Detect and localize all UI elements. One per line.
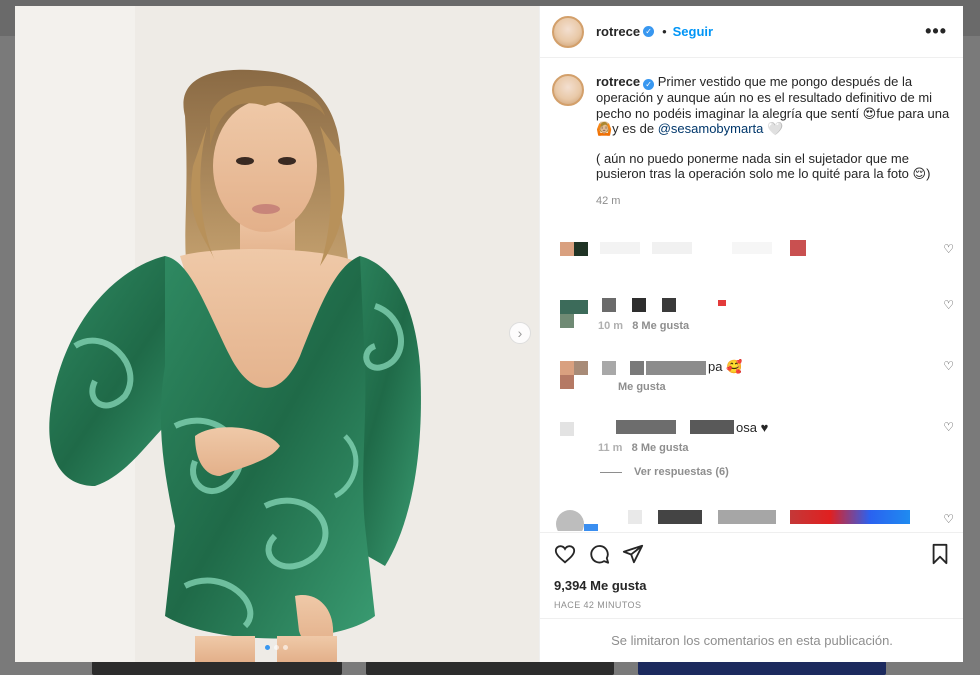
view-replies-label: Ver respuestas (6) — [634, 466, 729, 478]
carousel-dot — [265, 645, 270, 650]
comment-row: ♡ — [540, 508, 963, 531]
comment-likes[interactable]: 8 Me gusta — [632, 442, 689, 454]
caption-body: rotrece ✓ Primer vestido que me pongo des… — [596, 74, 951, 209]
post-timestamp: HACE 42 MINUTOS — [554, 600, 642, 610]
caption-time: 42 m — [596, 194, 621, 207]
carousel-dots — [265, 645, 288, 650]
more-options-icon[interactable]: ••• — [925, 21, 947, 42]
verified-icon: ✓ — [643, 79, 655, 90]
comment-likes[interactable]: 8 Me gusta — [632, 320, 689, 332]
next-image-button[interactable]: › — [509, 322, 531, 344]
heart-icon[interactable] — [554, 543, 576, 570]
comments-disabled-notice: Se limitaron los comentarios en esta pub… — [540, 618, 963, 662]
background-thumbnail — [92, 661, 342, 675]
comment-likes[interactable]: Me gusta — [618, 381, 666, 393]
avatar[interactable] — [552, 15, 584, 48]
comment-tail: pa 🥰 — [708, 359, 743, 374]
like-comment-heart-icon[interactable]: ♡ — [943, 242, 954, 256]
post-sidebar: rotrece ✓ • Seguir ••• rotrece ✓ Primer v… — [539, 6, 963, 662]
avatar[interactable] — [556, 418, 588, 448]
post-photo — [15, 6, 539, 662]
separator: • — [662, 24, 667, 39]
caption-text-2: ( aún no puedo ponerme nada sin el sujet… — [596, 150, 931, 182]
post-modal: › rotrece ✓ • Seguir ••• rotrece ✓ Primer… — [15, 6, 963, 662]
background-thumbnail — [366, 661, 614, 675]
divider — [600, 471, 622, 473]
carousel-dot — [283, 645, 288, 650]
comments-list: ♡ 10 m 8 Me gusta ♡ pa 🥰 Me gusta ♡ osa … — [540, 226, 963, 531]
caption-username[interactable]: rotrece — [596, 74, 640, 89]
carousel-dot — [274, 645, 279, 650]
username[interactable]: rotrece — [596, 24, 640, 39]
like-comment-heart-icon[interactable]: ♡ — [943, 512, 954, 526]
post-header: rotrece ✓ • Seguir ••• — [540, 6, 963, 58]
comment-meta: 11 m 8 Me gusta — [598, 442, 689, 454]
follow-button[interactable]: Seguir — [673, 24, 713, 39]
save-icon[interactable] — [930, 543, 950, 570]
avatar[interactable] — [552, 74, 584, 106]
comment-row: 10 m 8 Me gusta ♡ — [540, 296, 963, 346]
comment-tail: osa ♥ — [736, 420, 769, 435]
mention-link[interactable]: @sesamobymarta — [658, 121, 764, 136]
action-bar — [540, 532, 963, 582]
share-icon[interactable] — [622, 543, 644, 570]
comment-time: 10 m — [598, 320, 624, 332]
like-comment-heart-icon[interactable]: ♡ — [943, 420, 954, 434]
verified-icon: ✓ — [643, 26, 655, 37]
post-image: › — [15, 6, 539, 662]
like-comment-heart-icon[interactable]: ♡ — [943, 359, 954, 373]
avatar[interactable] — [556, 296, 588, 328]
comment-icon[interactable] — [588, 543, 610, 570]
comment-time: 11 m — [598, 442, 623, 454]
chevron-right-icon: › — [517, 325, 523, 341]
caption: rotrece ✓ Primer vestido que me pongo des… — [540, 58, 963, 209]
comment-meta: 10 m 8 Me gusta — [598, 320, 689, 332]
comment-row: osa ♥ 11 m 8 Me gusta ♡ — [540, 418, 963, 468]
comment-row: pa 🥰 Me gusta ♡ — [540, 357, 963, 407]
background-thumbnail — [638, 661, 886, 675]
comment-row: ♡ — [540, 234, 963, 284]
like-comment-heart-icon[interactable]: ♡ — [943, 298, 954, 312]
avatar[interactable] — [556, 236, 588, 266]
view-replies-button[interactable]: Ver respuestas (6) — [600, 466, 729, 478]
caption-text-end: 🤍 — [763, 121, 784, 136]
avatar[interactable] — [556, 357, 588, 389]
likes-count[interactable]: 9,394 Me gusta — [554, 578, 647, 593]
